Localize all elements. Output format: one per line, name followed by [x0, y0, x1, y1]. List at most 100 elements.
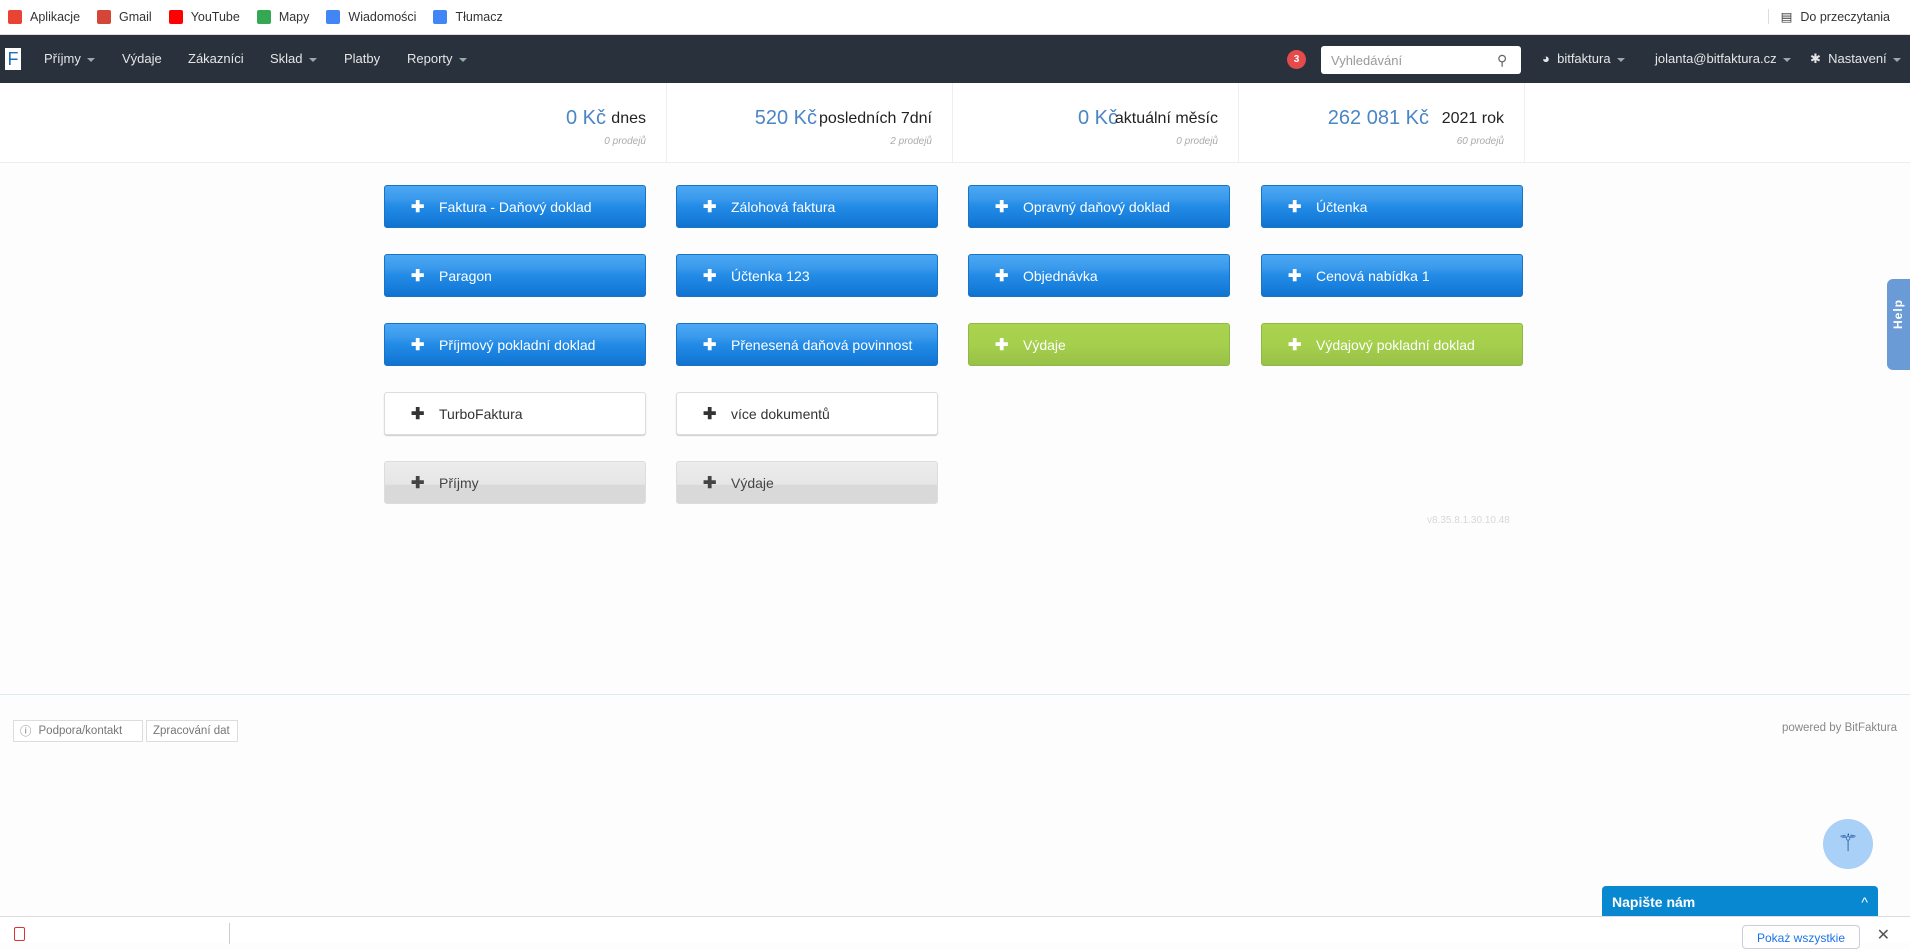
powered-by: powered by BitFaktura: [1781, 722, 1897, 734]
plus-icon: ✚: [703, 336, 717, 354]
maps-icon: [256, 10, 271, 24]
plus-icon: ✚: [703, 474, 717, 492]
gear-icon: ✱: [1810, 51, 1821, 66]
search-input[interactable]: [1321, 46, 1521, 74]
new-document-button[interactable]: ✚ Zálohová faktura: [676, 185, 938, 228]
nav-item-5[interactable]: Reporty: [407, 51, 467, 66]
bookmark-tłumacz[interactable]: Tłumacz: [433, 10, 503, 24]
reading-list-button[interactable]: ▤ Do przeczytania: [1767, 9, 1890, 24]
new-document-button[interactable]: ✚ Výdaje: [676, 461, 938, 504]
nav-item-1[interactable]: Výdaje: [122, 51, 162, 66]
notification-badge[interactable]: 3: [1287, 50, 1306, 69]
caret-down-icon: [1616, 57, 1625, 62]
footer-divider: [0, 694, 1910, 695]
stat-period: 2021 rok: [1441, 110, 1504, 127]
new-document-button[interactable]: ✚ Opravný daňový doklad: [968, 185, 1230, 228]
plus-icon: ✚: [1288, 336, 1302, 354]
user-menu[interactable]: jolanta@bitfaktura.cz: [1655, 51, 1791, 66]
new-document-button[interactable]: ✚ Paragon: [384, 254, 646, 297]
stat-count: 0 prodejů: [604, 136, 646, 147]
version-label: v8.35.8.1.30.10.48: [1427, 515, 1510, 526]
pdf-file-icon[interactable]: [14, 927, 25, 941]
support-contact-button[interactable]: ⓘ Podpora/kontakt: [13, 720, 143, 742]
new-document-button[interactable]: ✚ Příjmy: [384, 461, 646, 504]
nav-item-3[interactable]: Sklad: [270, 51, 317, 66]
plus-icon: ✚: [703, 405, 717, 423]
translate-icon: [433, 10, 448, 24]
nav-item-2[interactable]: Zákazníci: [188, 51, 244, 66]
account-menu[interactable]: ◕ bitfaktura: [1542, 51, 1625, 66]
plus-icon: ✚: [411, 267, 425, 285]
plus-icon: ✚: [411, 474, 425, 492]
plus-icon: ✚: [995, 336, 1009, 354]
stat-3: 262 081 Kč 2021 rok 60 prodejů: [1239, 83, 1525, 163]
plus-icon: ✚: [411, 405, 425, 423]
stat-1: 520 Kč posledních 7dní 2 prodejů: [667, 83, 953, 163]
plus-icon: ✚: [411, 336, 425, 354]
news-icon: [326, 10, 341, 24]
stat-amount: 0 Kč: [1077, 107, 1118, 129]
plus-icon: ✚: [411, 198, 425, 216]
divider: [229, 923, 230, 944]
bookmark-mapy[interactable]: Mapy: [256, 10, 309, 24]
new-document-button[interactable]: ✚ Příjmový pokladní doklad: [384, 323, 646, 366]
stat-period: dnes: [611, 110, 646, 127]
new-document-button[interactable]: ✚ Cenová nabídka 1: [1261, 254, 1523, 297]
youtube-icon: [168, 10, 183, 24]
new-document-button[interactable]: ✚ TurboFaktura: [384, 392, 646, 435]
stat-2: 0 Kč aktuální měsíc 0 prodejů: [953, 83, 1239, 163]
plus-icon: ✚: [1288, 267, 1302, 285]
plus-icon: ✚: [703, 267, 717, 285]
bookmark-aplikacje[interactable]: Aplikacje: [8, 10, 80, 24]
magic-wand-icon: ⚚: [1837, 830, 1859, 857]
stat-period: aktuální měsíc: [1114, 110, 1218, 127]
plus-icon: ✚: [1288, 198, 1302, 216]
stat-0: 0 Kč dnes 0 prodejů: [381, 83, 667, 163]
bookmark-gmail[interactable]: Gmail: [97, 10, 152, 24]
plus-icon: ✚: [995, 198, 1009, 216]
show-all-downloads-button[interactable]: Pokaż wszystkie: [1741, 925, 1860, 949]
new-document-button[interactable]: ✚ Účtenka: [1261, 185, 1523, 228]
apps-grid-icon: [8, 10, 22, 24]
new-document-button[interactable]: ✚ Faktura - Daňový doklad: [384, 185, 646, 228]
download-bar: Pokaż wszystkie ✕: [0, 916, 1910, 949]
new-document-button[interactable]: ✚ více dokumentů: [676, 392, 938, 435]
stat-count: 2 prodejů: [890, 136, 932, 147]
new-document-button[interactable]: ✚ Výdajový pokladní doklad: [1261, 323, 1523, 366]
caret-down-icon: [308, 57, 317, 62]
nav-item-0[interactable]: Příjmy: [44, 51, 95, 66]
new-document-button[interactable]: ✚ Přenesená daňová povinnost: [676, 323, 938, 366]
bookmarks-bar: Aplikacje Gmail YouTube Mapy Wiadomości Tłuma…: [0, 0, 1910, 35]
nav-item-4[interactable]: Platby: [344, 51, 380, 66]
new-document-button[interactable]: ✚ Objednávka: [968, 254, 1230, 297]
stat-amount: 520 Kč: [754, 107, 817, 129]
close-icon[interactable]: ✕: [1877, 925, 1890, 945]
gmail-icon: [97, 10, 112, 24]
data-processing-button[interactable]: Zpracování dat: [146, 720, 238, 742]
stat-count: 0 prodejů: [1176, 136, 1218, 147]
stat-period: posledních 7dní: [819, 110, 932, 127]
info-icon: ⓘ: [20, 726, 32, 738]
chevron-up-icon[interactable]: ^: [1861, 894, 1868, 910]
stat-amount: 0 Kč: [565, 107, 606, 129]
stat-amount: 262 081 Kč: [1327, 107, 1429, 129]
search-icon[interactable]: ⚲: [1497, 52, 1507, 69]
help-tab[interactable]: Help: [1887, 279, 1910, 370]
app-logo[interactable]: F: [5, 48, 21, 70]
bookmark-youtube[interactable]: YouTube: [168, 10, 240, 24]
caret-down-icon: [1782, 57, 1791, 62]
caret-down-icon: [86, 57, 95, 62]
caret-down-icon: [458, 57, 467, 62]
new-document-button[interactable]: ✚ Účtenka 123: [676, 254, 938, 297]
plus-icon: ✚: [703, 198, 717, 216]
settings-menu[interactable]: ✱ Nastavení: [1810, 51, 1901, 67]
new-document-button[interactable]: ✚ Výdaje: [968, 323, 1230, 366]
top-navbar: F Příjmy Výdaje Zákazníci Sklad Platby Report…: [0, 35, 1910, 83]
caret-down-icon: [1892, 57, 1901, 62]
reading-list-icon: ▤: [1780, 10, 1793, 24]
dashboard-icon: ◕: [1542, 51, 1550, 66]
magic-wand-button[interactable]: ⚚: [1823, 819, 1873, 869]
bookmark-wiadomości[interactable]: Wiadomości: [326, 10, 416, 24]
plus-icon: ✚: [995, 267, 1009, 285]
chat-widget[interactable]: Napište nám ^: [1602, 886, 1878, 916]
